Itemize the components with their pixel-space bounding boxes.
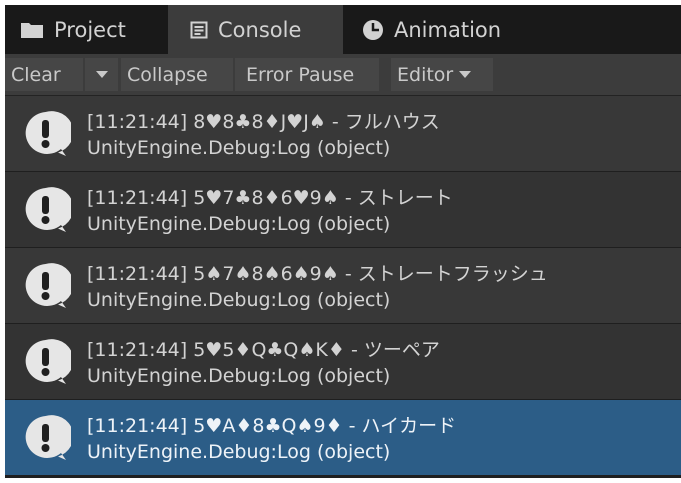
log-entry[interactable]: [11:21:44] 8♥8♣8♦J♥J♠ - フルハウス UnityEngin… (5, 96, 681, 171)
tab-label: Console (218, 17, 302, 42)
info-icon (20, 186, 74, 235)
log-message: [11:21:44] 5♥A♦8♣Q♠9♦ - ハイカード (87, 415, 457, 437)
animation-icon (362, 19, 384, 41)
collapse-toggle[interactable]: Collapse (121, 58, 233, 91)
info-icon (20, 414, 74, 463)
clear-options-dropdown[interactable] (85, 58, 118, 91)
log-message: [11:21:44] 8♥8♣8♦J♥J♠ - フルハウス (87, 111, 440, 133)
info-icon (20, 110, 74, 159)
console-window: Project Console Animation Clear Collapse… (5, 5, 681, 478)
log-message: [11:21:44] 5♠7♠8♠6♠9♠ - ストレートフラッシュ (87, 263, 548, 285)
error-pause-toggle[interactable]: Error Pause (235, 58, 379, 91)
tab-animation[interactable]: Animation (343, 5, 543, 54)
editor-dropdown[interactable]: Editor (391, 58, 493, 91)
collapse-label: Collapse (127, 63, 208, 86)
tab-label: Animation (394, 17, 502, 42)
log-stacktrace: UnityEngine.Debug:Log (object) (87, 289, 391, 311)
info-icon (20, 262, 74, 311)
log-stacktrace: UnityEngine.Debug:Log (object) (87, 365, 391, 387)
log-entry[interactable]: [11:21:44] 5♥7♣8♦6♥9♠ - ストレート UnityEngin… (5, 172, 681, 247)
log-message: [11:21:44] 5♥7♣8♦6♥9♠ - ストレート (87, 187, 453, 209)
log-entry[interactable]: [11:21:44] 5♠7♠8♠6♠9♠ - ストレートフラッシュ Unity… (5, 248, 681, 323)
console-icon (190, 21, 208, 39)
log-stacktrace: UnityEngine.Debug:Log (object) (87, 137, 391, 159)
log-entry[interactable]: [11:21:44] 5♥A♦8♣Q♠9♦ - ハイカード UnityEngin… (5, 400, 681, 475)
chevron-down-icon (459, 71, 472, 78)
log-message: [11:21:44] 5♥5♦Q♣Q♠K♦ - ツーペア (87, 339, 440, 361)
tab-bar: Project Console Animation (5, 5, 681, 54)
log-stacktrace: UnityEngine.Debug:Log (object) (87, 213, 391, 235)
error-pause-label: Error Pause (246, 63, 355, 86)
chevron-down-icon (95, 71, 108, 78)
tab-project[interactable]: Project (5, 5, 165, 54)
clear-label: Clear (11, 63, 61, 86)
log-entry[interactable]: [11:21:44] 5♥5♦Q♣Q♠K♦ - ツーペア UnityEngine… (5, 324, 681, 399)
log-stacktrace: UnityEngine.Debug:Log (object) (87, 441, 391, 463)
tab-console[interactable]: Console (168, 5, 343, 54)
folder-icon (20, 21, 44, 39)
console-toolbar: Clear Collapse Error Pause Editor (5, 54, 681, 96)
tab-label: Project (54, 17, 126, 42)
info-icon (20, 338, 74, 387)
editor-label: Editor (397, 63, 454, 86)
clear-button[interactable]: Clear (5, 58, 83, 91)
